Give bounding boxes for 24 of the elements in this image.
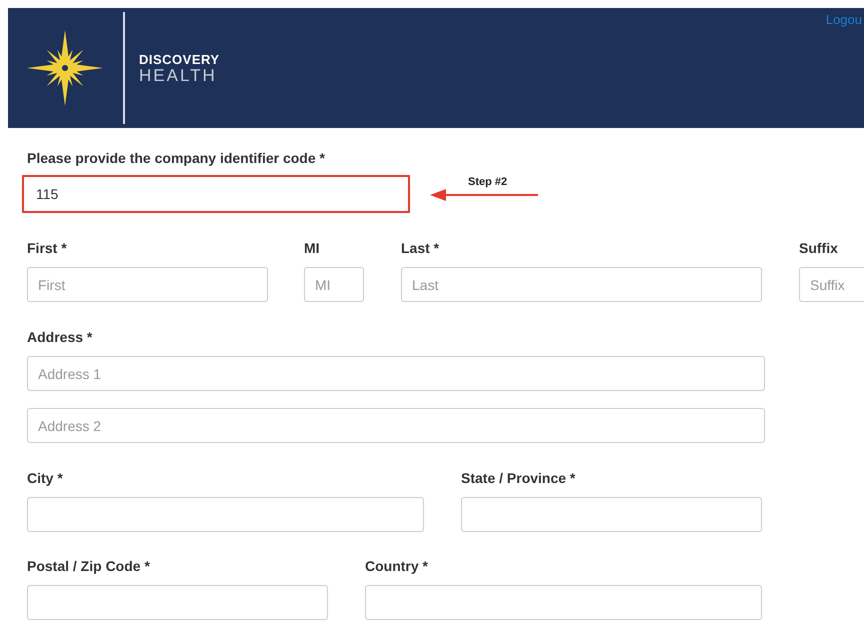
input-field[interactable]: Address 2 [27,408,765,443]
input-field[interactable]: First [27,267,268,302]
input-field[interactable] [27,585,328,620]
field-label: State / Province * [461,469,576,488]
input-field[interactable]: Suffix [799,267,864,302]
input-field[interactable]: Address 1 [27,356,765,391]
field-label: Postal / Zip Code * [27,557,151,576]
field-label: Suffix [799,239,839,258]
field-label: Last * [401,239,440,258]
input-field[interactable] [461,497,762,532]
field-label: MI [304,239,321,258]
input-field[interactable]: Last [401,267,762,302]
field-label: Address * [27,328,94,347]
input-field[interactable]: MI [304,267,364,302]
brand-name: DISCOVERY [139,52,220,66]
field-label: First * [27,239,68,258]
field-label: Country * [365,557,429,576]
annotation-text: Step #2 [468,176,508,188]
field-label: City * [27,469,64,488]
input-field[interactable] [365,585,762,620]
field-label: Please provide the company identifier code * [27,149,326,168]
brand-subtitle: HEALTH [139,66,218,84]
input-field[interactable] [27,497,424,532]
input-field[interactable]: 115 [22,175,410,213]
